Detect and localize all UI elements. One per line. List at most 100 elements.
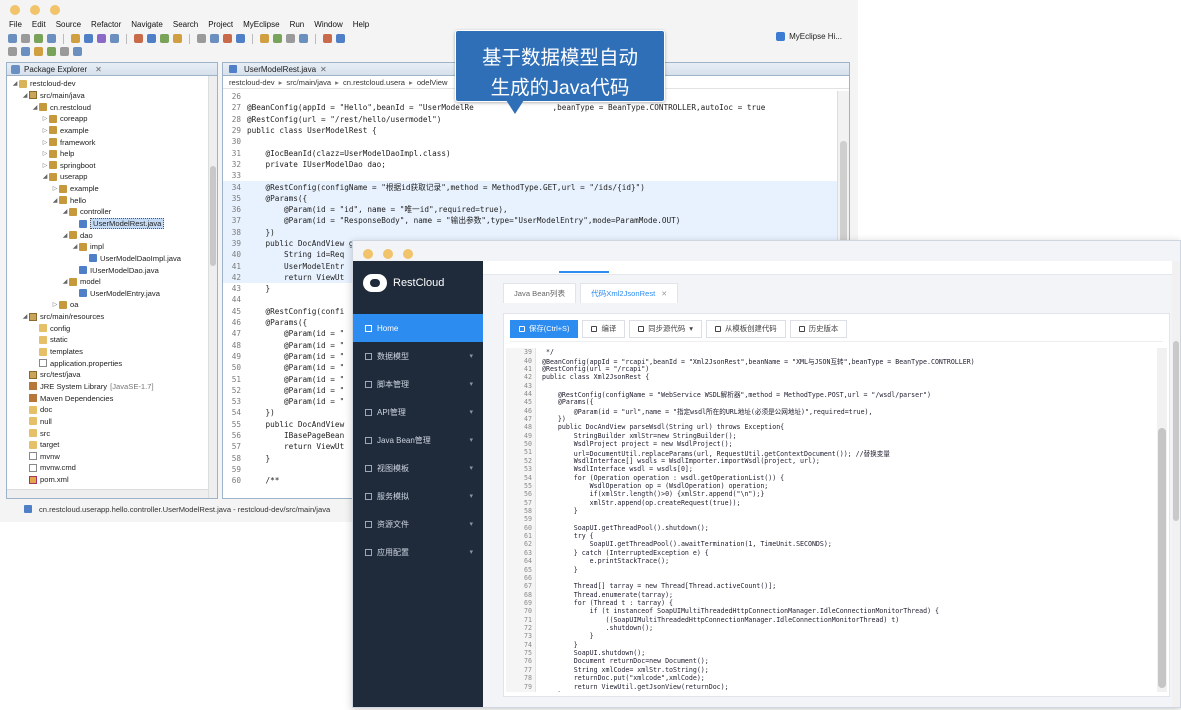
tree-item[interactable]: UserModelRest.java — [7, 218, 217, 230]
toolbar-button-icon[interactable] — [47, 47, 56, 56]
tree-item[interactable]: ▷ oa — [7, 299, 217, 311]
scroll-thumb[interactable] — [1158, 428, 1166, 688]
toolbar-button-icon[interactable] — [21, 47, 30, 56]
toolbar-button-icon[interactable] — [21, 34, 30, 43]
breadcrumb-item[interactable]: restcloud-dev — [229, 78, 275, 87]
toolbar-button-icon[interactable] — [134, 34, 143, 43]
breadcrumb-item[interactable]: odelView — [417, 78, 448, 87]
tree-item[interactable]: ◢ hello — [7, 194, 217, 206]
expanded-arrow-icon[interactable]: ◢ — [31, 104, 39, 111]
tree-item[interactable]: ◢ src/main/java — [7, 90, 217, 102]
tree-item[interactable]: src — [7, 427, 217, 439]
toolbar-button[interactable]: 历史版本 — [789, 319, 848, 338]
tree-item[interactable]: IUserModelDao.java — [7, 264, 217, 276]
sidebar-item[interactable]: 资源文件 ▾ — [353, 510, 483, 538]
tree-item[interactable]: ▷ example — [7, 125, 217, 137]
breadcrumb-item[interactable]: cn.restcloud.usera — [343, 78, 405, 87]
sidebar-item[interactable]: Java Bean管理 ▾ — [353, 426, 483, 454]
menu-item[interactable]: Run — [290, 20, 305, 29]
menu-item[interactable]: File — [9, 20, 22, 29]
toolbar-button[interactable]: 同步源代码 ▾ — [629, 319, 702, 338]
menu-item[interactable]: Window — [314, 20, 342, 29]
tree-item[interactable]: config — [7, 322, 217, 334]
toolbar-button-icon[interactable] — [47, 34, 56, 43]
package-explorer-scrollbar[interactable] — [208, 76, 217, 498]
tree-item[interactable]: ◢ userapp — [7, 171, 217, 183]
tree-item[interactable]: UserModelDaoImpl.java — [7, 253, 217, 265]
toolbar-button-icon[interactable] — [34, 47, 43, 56]
tree-item[interactable]: ▷ help — [7, 148, 217, 160]
menu-item[interactable]: Project — [208, 20, 233, 29]
collapsed-arrow-icon[interactable]: ▷ — [41, 139, 49, 146]
toolbar-button-icon[interactable] — [273, 34, 282, 43]
sidebar-item[interactable]: 服务模拟 ▾ — [353, 482, 483, 510]
sidebar-item[interactable]: Home — [353, 314, 483, 342]
toolbar-button-icon[interactable] — [223, 34, 232, 43]
tree-item[interactable]: application.properties — [7, 357, 217, 369]
tree-item[interactable]: target — [7, 439, 217, 451]
tree-item[interactable]: pom.xml — [7, 474, 217, 486]
toolbar-button-icon[interactable] — [260, 34, 269, 43]
code-editor[interactable]: 39 */40 @BeanConfig(appId = "rcapi",beanI… — [506, 348, 1153, 692]
menu-item[interactable]: Edit — [32, 20, 46, 29]
toolbar-button-icon[interactable] — [110, 34, 119, 43]
toolbar-button-icon[interactable] — [147, 34, 156, 43]
tree-item[interactable]: Maven Dependencies — [7, 392, 217, 404]
menu-item[interactable]: Help — [353, 20, 369, 29]
close-dot-icon[interactable] — [10, 5, 20, 15]
toolbar-button[interactable]: 从模板创建代码 — [705, 319, 786, 338]
tree-item[interactable]: static — [7, 334, 217, 346]
tree-item[interactable]: ◢ model — [7, 276, 217, 288]
menu-item[interactable]: MyEclipse — [243, 20, 279, 29]
toolbar-button-icon[interactable] — [8, 47, 17, 56]
menu-item[interactable]: Source — [56, 20, 81, 29]
toolbar-button-icon[interactable] — [173, 34, 182, 43]
tree-item[interactable]: JRE System Library [JavaSE-1.7] — [7, 381, 217, 393]
scroll-thumb[interactable] — [210, 166, 216, 266]
tree-item[interactable]: mvnw.cmd — [7, 462, 217, 474]
toolbar-button-icon[interactable] — [71, 34, 80, 43]
menu-item[interactable]: Refactor — [91, 20, 121, 29]
tree-item[interactable]: ◢ restcloud-dev — [7, 78, 217, 90]
menu-item[interactable]: Navigate — [131, 20, 163, 29]
restcloud-logo[interactable]: RestCloud — [353, 261, 483, 305]
toolbar-button-icon[interactable] — [286, 34, 295, 43]
collapsed-arrow-icon[interactable]: ▷ — [41, 150, 49, 157]
expanded-arrow-icon[interactable]: ◢ — [71, 243, 79, 250]
tree-item[interactable]: ◢ impl — [7, 241, 217, 253]
maximize-dot-icon[interactable] — [403, 249, 413, 259]
collapsed-arrow-icon[interactable]: ▷ — [41, 127, 49, 134]
expanded-arrow-icon[interactable]: ◢ — [21, 313, 29, 320]
tree-item[interactable]: ▷ example — [7, 183, 217, 195]
close-tab-icon[interactable]: ✕ — [661, 290, 667, 298]
collapsed-arrow-icon[interactable]: ▷ — [51, 301, 59, 308]
toolbar-button-icon[interactable] — [160, 34, 169, 43]
tree-item[interactable]: mvnw — [7, 451, 217, 463]
toolbar-button-icon[interactable] — [210, 34, 219, 43]
toolbar-button[interactable]: 保存(Ctrl+S) — [510, 319, 579, 338]
expanded-arrow-icon[interactable]: ◢ — [51, 197, 59, 204]
toolbar-button[interactable]: 编译 — [582, 319, 626, 338]
expanded-arrow-icon[interactable]: ◢ — [21, 92, 29, 99]
close-tab-icon[interactable]: ✕ — [320, 65, 327, 74]
minimize-dot-icon[interactable] — [30, 5, 40, 15]
tree-item[interactable]: ▷ springboot — [7, 159, 217, 171]
tree-item[interactable]: ▷ coreapp — [7, 113, 217, 125]
close-view-icon[interactable]: ✕ — [95, 65, 102, 74]
expanded-arrow-icon[interactable]: ◢ — [61, 278, 69, 285]
toolbar-button-icon[interactable] — [336, 34, 345, 43]
page-tab[interactable]: 代码Xml2JsonRest ✕ — [580, 283, 679, 303]
expanded-arrow-icon[interactable]: ◢ — [61, 232, 69, 239]
toolbar-button-icon[interactable] — [8, 34, 17, 43]
tree-item[interactable]: ◢ src/main/resources — [7, 311, 217, 323]
toolbar-button-icon[interactable] — [236, 34, 245, 43]
maximize-dot-icon[interactable] — [50, 5, 60, 15]
sidebar-item[interactable]: 数据模型 ▾ — [353, 342, 483, 370]
toolbar-button-icon[interactable] — [323, 34, 332, 43]
close-dot-icon[interactable] — [363, 249, 373, 259]
perspective-switcher[interactable]: MyEclipse Hi... — [776, 32, 842, 41]
expanded-arrow-icon[interactable]: ◢ — [61, 208, 69, 215]
toolbar-button-icon[interactable] — [299, 34, 308, 43]
tree-item[interactable]: templates — [7, 346, 217, 358]
toolbar-button-icon[interactable] — [197, 34, 206, 43]
